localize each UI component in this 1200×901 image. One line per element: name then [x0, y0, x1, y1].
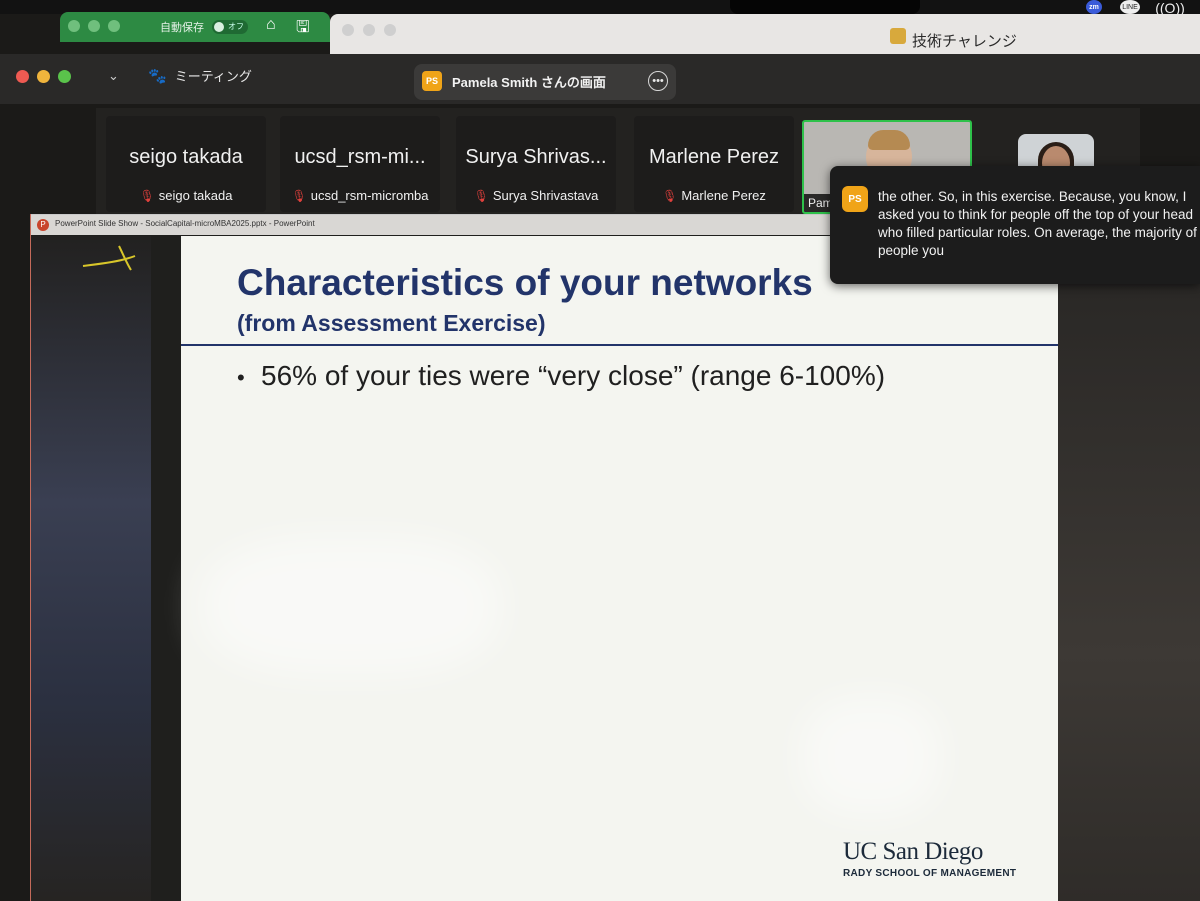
bg2-zoom-icon[interactable] — [384, 24, 396, 36]
bullet-marker: • — [237, 365, 245, 390]
slide-subtitle: (from Assessment Exercise) — [237, 310, 546, 336]
bg2-minimize-icon[interactable] — [363, 24, 375, 36]
share-title: Pamela Smith さんの画面 — [452, 75, 606, 90]
background-office-window[interactable]: 自動保存 オフ ⌂ 🖫 — [60, 12, 330, 42]
slide-title: Characteristics of your networks — [237, 262, 813, 303]
powerpoint-window-title: PowerPoint Slide Show - SocialCapital-mi… — [55, 219, 315, 228]
participant-name-label: 🎙 Surya Shrivastava — [456, 188, 616, 203]
logo-wordmark: UC San Diego — [843, 838, 983, 865]
save-icon[interactable]: 🖫 — [296, 16, 310, 43]
participant-name-label: 🎙 ucsd_rsm-micromba — [280, 188, 440, 203]
screen-edge — [1058, 284, 1200, 901]
logo-school: RADY SCHOOL OF MANAGEMENT — [843, 868, 1017, 879]
zoom-title-bar: ⌄ 🐾 ミーティング PS Pamela Smith さんの画面 ••• — [0, 54, 1200, 104]
home-icon[interactable]: ⌂ — [266, 16, 276, 34]
participant-tile[interactable]: Marlene Perez 🎙 Marlene Perez — [634, 116, 794, 212]
background-doc-title: 技術チャレンジ — [912, 33, 1017, 50]
bg-zoom-icon[interactable] — [108, 20, 120, 32]
fullscreen-window-icon[interactable] — [58, 70, 71, 83]
document-icon — [890, 28, 906, 44]
meeting-menu-label: ミーティング — [174, 69, 252, 84]
mic-muted-icon: 🎙 — [291, 189, 307, 203]
meeting-menu[interactable]: 🐾 ミーティング — [148, 66, 252, 85]
participant-name: Surya Shrivastava — [492, 188, 599, 203]
bullet-text: 56% of your ties were “very close” (rang… — [261, 360, 886, 391]
window-controls[interactable] — [16, 70, 71, 83]
participant-name: ucsd_rsm-micromba — [310, 188, 429, 203]
caption-speaker-badge: PS — [842, 186, 868, 212]
bg-minimize-icon[interactable] — [88, 20, 100, 32]
zoom-tray-icon[interactable]: zm — [1086, 0, 1102, 14]
mic-muted-icon: 🎙 — [473, 189, 489, 203]
camera-notch — [730, 0, 920, 14]
screen-share-indicator[interactable]: PS Pamela Smith さんの画面 ••• — [414, 64, 676, 100]
screen-glare — [201, 536, 501, 676]
participant-display-name: ucsd_rsm-mi... — [294, 146, 426, 168]
autosave-label: 自動保存 — [160, 22, 204, 34]
live-caption-popup[interactable]: PS the other. So, in this exercise. Beca… — [830, 166, 1200, 284]
background-window-controls[interactable] — [68, 20, 120, 32]
screen-glare — [801, 696, 941, 816]
participant-tile[interactable]: ucsd_rsm-mi... 🎙 ucsd_rsm-micromba — [280, 116, 440, 212]
uc-san-diego-logo: UC San Diego RADY SCHOOL OF MANAGEMENT — [843, 838, 1043, 879]
more-options-button[interactable]: ••• — [648, 71, 668, 91]
mic-muted-icon: 🎙 — [139, 189, 155, 203]
participant-tile[interactable]: seigo takada 🎙 seigo takada — [106, 116, 266, 212]
autosave-toggle[interactable]: オフ — [212, 20, 248, 34]
annotation-scribble — [82, 245, 136, 271]
presenter-avatar-badge: PS — [422, 71, 442, 91]
participant-name: Marlene Perez — [681, 188, 766, 203]
minimize-window-icon[interactable] — [37, 70, 50, 83]
shared-screen: P PowerPoint Slide Show - SocialCapital-… — [30, 214, 1200, 901]
title-divider — [181, 344, 1059, 346]
participant-tile[interactable]: Surya Shrivas... 🎙 Surya Shrivastava — [456, 116, 616, 212]
mic-muted-icon: 🎙 — [662, 189, 678, 203]
participant-display-name: Surya Shrivas... — [465, 146, 607, 168]
close-window-icon[interactable] — [16, 70, 29, 83]
participants-icon: 🐾 — [148, 67, 167, 85]
powerpoint-icon: P — [37, 219, 49, 231]
participant-name-label: 🎙 Marlene Perez — [634, 188, 794, 203]
line-tray-icon[interactable]: LINE — [1120, 0, 1140, 14]
background-window-controls-2[interactable] — [342, 24, 396, 36]
presentation-slide: Characteristics of your networks (from A… — [181, 236, 1059, 901]
caption-text: the other. So, in this exercise. Because… — [878, 189, 1197, 258]
participant-display-name: seigo takada — [129, 146, 243, 168]
slide-bullet: • 56% of your ties were “very close” (ran… — [237, 360, 885, 392]
bg-close-icon[interactable] — [68, 20, 80, 32]
participant-display-name: Marlene Perez — [648, 146, 780, 168]
bg2-close-icon[interactable] — [342, 24, 354, 36]
chevron-down-icon[interactable]: ⌄ — [108, 68, 119, 84]
participant-name: seigo takada — [158, 188, 233, 203]
screen-edge — [31, 236, 151, 901]
participant-name-label: 🎙 seigo takada — [106, 188, 266, 203]
